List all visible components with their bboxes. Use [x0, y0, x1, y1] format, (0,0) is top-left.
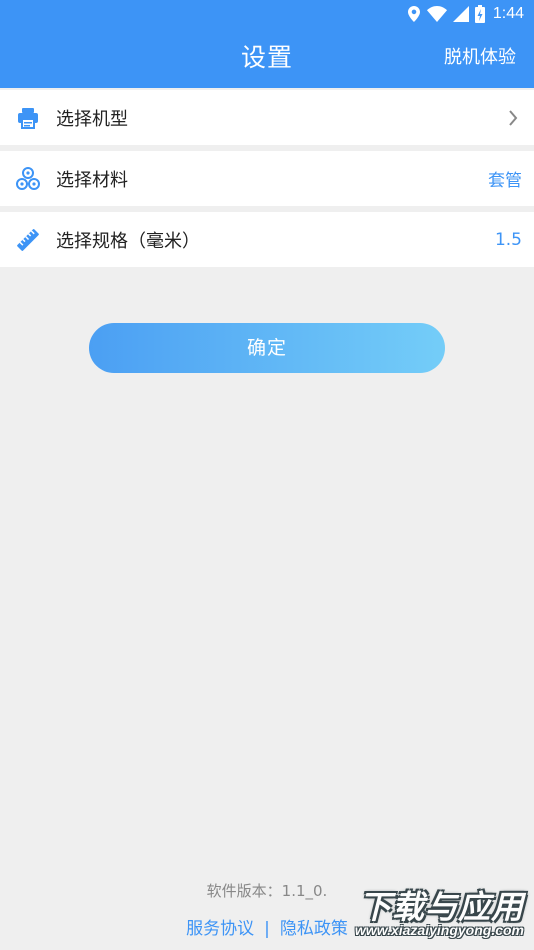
setting-label: 选择规格（毫米） [56, 230, 200, 252]
status-time: 1:44 [492, 5, 524, 22]
setting-label: 选择材料 [56, 169, 128, 191]
privacy-policy-link[interactable]: 隐私政策 [280, 919, 348, 939]
wifi-icon [426, 6, 447, 22]
link-separator: | [264, 919, 270, 939]
offline-experience-button[interactable]: 脱机体验 [444, 28, 516, 88]
status-bar: 1:44 [0, 0, 534, 28]
ruler-icon [15, 227, 41, 253]
setting-value: 1.5 [494, 229, 522, 250]
printer-icon [15, 105, 41, 131]
location-icon [407, 6, 420, 22]
setting-row-material[interactable]: 选择材料 套管 [0, 151, 534, 206]
setting-value: 套管 [488, 171, 522, 191]
material-rolls-icon [15, 166, 41, 192]
cellular-signal-icon [452, 6, 469, 22]
chevron-right-icon [508, 109, 518, 126]
confirm-button[interactable]: 确定 [89, 323, 445, 373]
setting-row-machine-model[interactable]: 选择机型 [0, 90, 534, 145]
setting-label: 选择机型 [56, 108, 128, 130]
software-version: 软件版本：1.1_0. [206, 882, 328, 900]
battery-icon [474, 5, 485, 23]
footer-links: 服务协议 | 隐私政策 [0, 914, 534, 939]
app-bar: 设置 脱机体验 [0, 28, 534, 88]
setting-row-specification[interactable]: 选择规格（毫米） 1.5 [0, 212, 534, 267]
service-agreement-link[interactable]: 服务协议 [186, 919, 254, 939]
